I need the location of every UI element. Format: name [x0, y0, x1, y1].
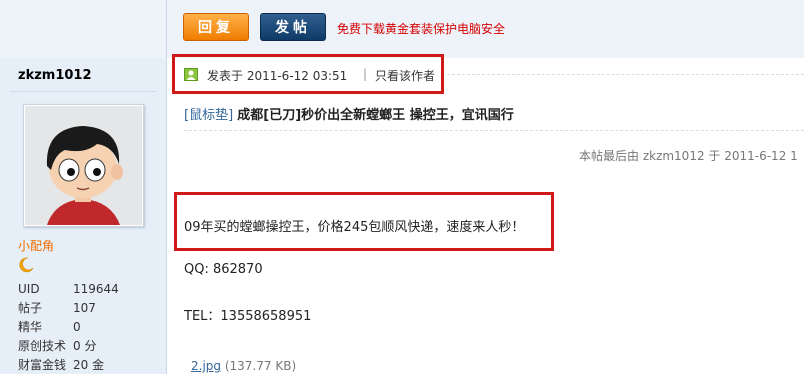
- reply-button[interactable]: 回复: [183, 13, 249, 41]
- post-content-qq: QQ: 862870: [184, 262, 263, 277]
- stat-row: UID 119644: [18, 280, 158, 299]
- stat-value: 0 分: [73, 339, 97, 353]
- stat-value: 107: [73, 301, 96, 315]
- avatar[interactable]: [23, 104, 144, 227]
- sidebar-top-band: [0, 0, 166, 58]
- title-category-tag[interactable]: [鼠标垫]: [184, 108, 233, 123]
- author-sidebar: zkzm1012 小配角 UID 119644 帖子 107 精华 0 原创技术…: [0, 0, 167, 374]
- stat-label: 帖子: [18, 301, 43, 315]
- meta-divider: [447, 74, 804, 75]
- attachment: 2.jpg (137.77 KB): [191, 359, 296, 373]
- author-stats: UID 119644 帖子 107 精华 0 原创技术 0 分 财富金钱 20 …: [18, 280, 158, 375]
- title-text: 成都[已刀]秒价出全新螳螂王 操控王，宜讯国行: [237, 108, 514, 123]
- avatar-image: [25, 106, 142, 225]
- stat-value: 0: [73, 320, 81, 334]
- stat-row: 财富金钱 20 金: [18, 356, 158, 375]
- sidebar-divider: [10, 91, 156, 92]
- post-content-line: 09年买的螳螂操控王，价格245包顺风快递，速度来人秒！: [184, 220, 525, 235]
- title-divider: [184, 130, 804, 131]
- attachment-link[interactable]: 2.jpg: [191, 359, 221, 373]
- stat-value: 20 金: [73, 358, 105, 372]
- last-edited-note: 本帖最后由 zkzm1012 于 2011-6-12 1: [579, 149, 798, 163]
- promo-link[interactable]: 免费下载黄金套装保护电脑安全: [337, 20, 505, 37]
- stat-label: 财富金钱: [18, 358, 67, 372]
- meta-separator: |: [363, 67, 368, 81]
- post-main: 回复 发帖 免费下载黄金套装保护电脑安全 发表于 2011-6-12 03:51…: [167, 0, 804, 374]
- post-content-tel: TEL：13558658951: [184, 309, 312, 324]
- rank-title: 小配角: [18, 239, 55, 253]
- author-only-link[interactable]: 只看该作者: [375, 67, 435, 84]
- online-status-icon: [184, 68, 198, 81]
- post-title: [鼠标垫] 成都[已刀]秒价出全新螳螂王 操控王，宜讯国行: [184, 104, 514, 123]
- post-toolbar: 回复 发帖 免费下载黄金套装保护电脑安全: [167, 0, 804, 58]
- stat-row: 精华 0: [18, 318, 158, 337]
- moon-icon: [18, 257, 34, 276]
- author-username[interactable]: zkzm1012: [18, 68, 92, 83]
- stat-label: 原创技术: [18, 339, 67, 353]
- attachment-size: (137.77 KB): [224, 359, 297, 373]
- stat-label: 精华: [18, 320, 43, 334]
- stat-value: 119644: [73, 282, 119, 296]
- stat-row: 原创技术 0 分: [18, 337, 158, 356]
- stat-label: UID: [18, 282, 40, 296]
- new-post-button[interactable]: 发帖: [260, 13, 326, 41]
- stat-row: 帖子 107: [18, 299, 158, 318]
- post-timestamp: 发表于 2011-6-12 03:51: [207, 69, 348, 83]
